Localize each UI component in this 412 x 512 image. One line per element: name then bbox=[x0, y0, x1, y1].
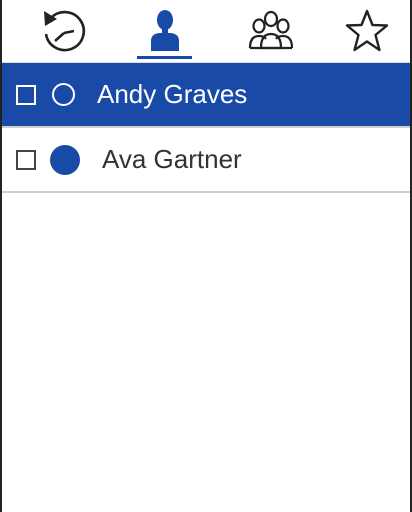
contact-list: Andy Graves Ava Gartner bbox=[2, 63, 410, 193]
tab-bar bbox=[2, 0, 410, 63]
groups-icon bbox=[248, 10, 294, 50]
contacts-panel: Andy Graves Ava Gartner bbox=[0, 0, 412, 512]
contact-name: Ava Gartner bbox=[102, 144, 242, 174]
tab-groups[interactable] bbox=[231, 0, 311, 62]
history-icon bbox=[44, 10, 86, 52]
offline-status-icon bbox=[52, 83, 75, 106]
contact-checkbox[interactable] bbox=[16, 149, 36, 170]
tab-favorites[interactable] bbox=[327, 0, 407, 62]
contact-icon bbox=[151, 10, 179, 51]
tab-contact[interactable] bbox=[125, 0, 205, 62]
tab-history[interactable] bbox=[24, 0, 104, 62]
favorites-icon bbox=[345, 9, 389, 52]
contact-name: Andy Graves bbox=[97, 79, 248, 109]
active-tab-indicator bbox=[137, 56, 192, 59]
contact-checkbox[interactable] bbox=[16, 84, 36, 105]
online-status-icon bbox=[50, 144, 80, 175]
contact-row[interactable]: Ava Gartner bbox=[2, 128, 410, 193]
contact-row[interactable]: Andy Graves bbox=[2, 63, 410, 128]
